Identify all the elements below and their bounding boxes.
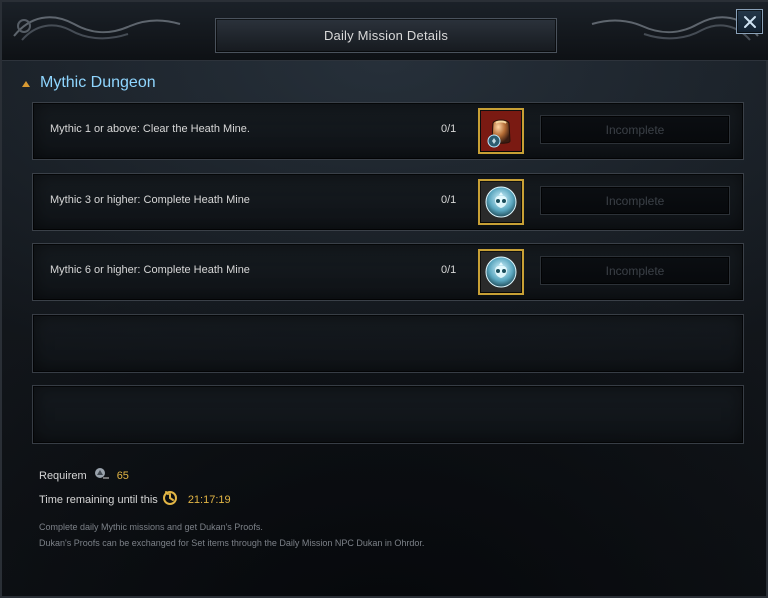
close-button[interactable] — [736, 9, 763, 34]
reward-slot[interactable] — [478, 108, 524, 154]
mission-progress: 0/1 — [441, 194, 457, 206]
section-header: Mythic Dungeon — [22, 74, 156, 92]
requirement-level-value: 65 — [116, 469, 129, 482]
status-button[interactable]: Incomplete — [540, 115, 730, 144]
reward-slot[interactable] — [478, 179, 524, 225]
timer-icon — [162, 490, 180, 509]
mythic-emblem-icon — [481, 182, 521, 222]
empty-mission-slot — [32, 314, 744, 373]
mission-row: Mythic 3 or higher: Complete Heath Mine … — [32, 173, 744, 231]
mythic-emblem-icon — [481, 252, 521, 292]
status-label: Incomplete — [605, 122, 665, 137]
mission-text: Mythic 6 or higher: Complete Heath Mine — [50, 264, 250, 276]
ornament-right-icon — [591, 16, 759, 41]
title-plate: Daily Mission Details — [215, 18, 557, 53]
section-title: Mythic Dungeon — [40, 74, 156, 91]
mission-progress: 0/1 — [441, 264, 457, 276]
window-header: Daily Mission Details — [2, 2, 768, 61]
daily-mission-window: Daily Mission Details Mythic Dungeon Myt… — [0, 0, 768, 598]
mission-text: Mythic 3 or higher: Complete Heath Mine — [50, 194, 250, 206]
mission-text: Mythic 1 or above: Clear the Heath Mine. — [50, 123, 250, 135]
mission-row: Mythic 6 or higher: Complete Heath Mine … — [32, 243, 744, 301]
status-label: Incomplete — [605, 263, 665, 278]
time-remaining-value: 21:17:19 — [187, 493, 231, 506]
requirements-label: Requirem — [39, 469, 87, 482]
window-title: Daily Mission Details — [323, 28, 449, 43]
empty-mission-slot — [32, 385, 744, 444]
level-icon — [93, 466, 111, 485]
reward-slot[interactable] — [478, 249, 524, 295]
requirements-line: Requirem 65 — [39, 466, 129, 485]
time-remaining-line: Time remaining until this 21:17:19 — [39, 490, 231, 509]
description-line-2: Dukan's Proofs can be exchanged for Set … — [39, 538, 425, 548]
description-line-1: Complete daily Mythic missions and get D… — [39, 522, 263, 532]
status-button[interactable]: Incomplete — [540, 186, 730, 215]
time-remaining-label: Time remaining until this — [39, 493, 158, 506]
description: Complete daily Mythic missions and get D… — [39, 519, 739, 551]
close-icon — [743, 15, 756, 28]
triangle-up-icon — [22, 81, 30, 87]
mission-row: Mythic 1 or above: Clear the Heath Mine.… — [32, 102, 744, 160]
status-button[interactable]: Incomplete — [540, 256, 730, 285]
ornament-left-icon — [13, 16, 181, 41]
status-label: Incomplete — [605, 193, 665, 208]
reward-bag-icon — [481, 111, 521, 151]
mission-progress: 0/1 — [441, 123, 457, 135]
